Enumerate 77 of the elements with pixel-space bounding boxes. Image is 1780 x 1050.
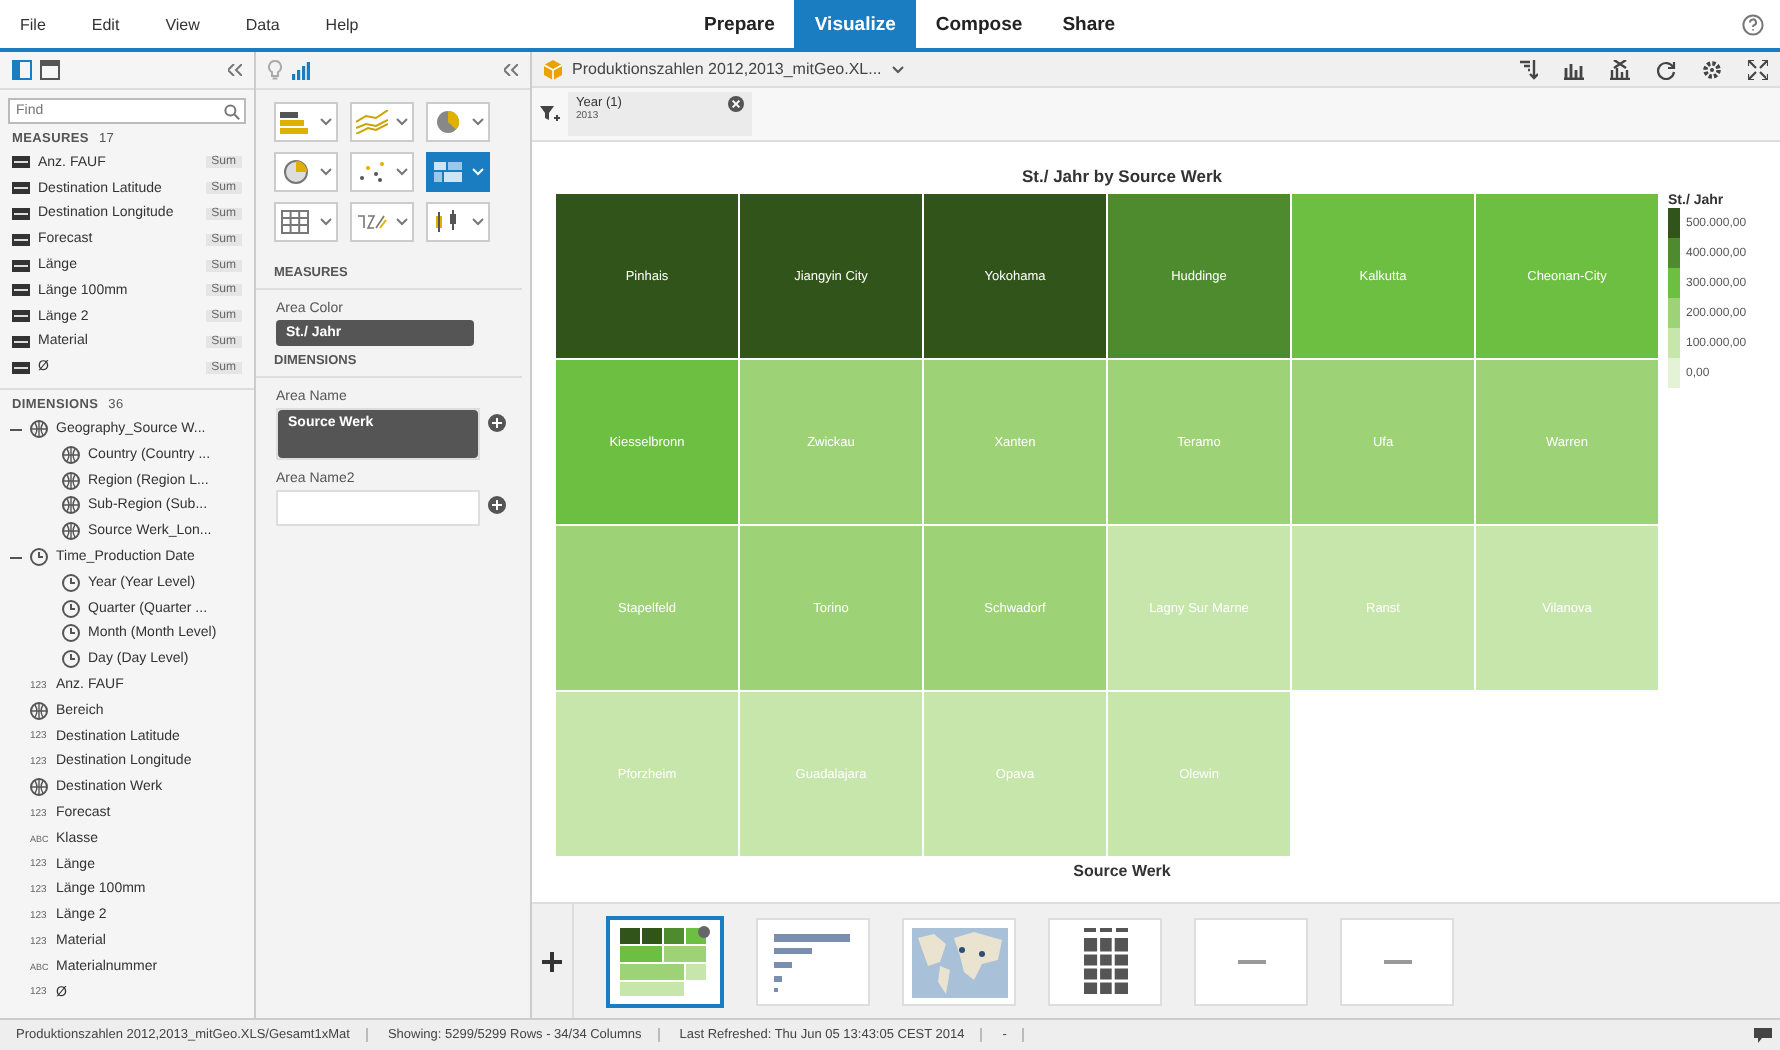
caret-icon (320, 118, 332, 126)
collapse-icon[interactable] (10, 551, 22, 564)
heatmap-drawing (615, 921, 715, 1001)
measure-icon (12, 335, 30, 348)
tab[interactable]: Compose (915, 0, 1043, 48)
add-icon[interactable] (542, 951, 562, 971)
clock-icon (62, 599, 80, 618)
globe-icon (30, 701, 48, 720)
heatmap-icon (432, 160, 464, 184)
menu-item[interactable]: Help (303, 15, 383, 33)
tab[interactable]: Prepare (684, 0, 795, 48)
chart-type-button[interactable] (350, 202, 414, 242)
tab[interactable]: Visualize (794, 0, 916, 48)
globe-icon (62, 496, 80, 515)
pie-chart-icon (432, 110, 464, 134)
axis-title: Source Werk (1071, 862, 1173, 880)
fullscreen-icon[interactable] (1748, 59, 1768, 79)
caret-icon (396, 118, 408, 126)
globe-icon (62, 522, 80, 541)
caret-icon (320, 218, 332, 226)
menu-item[interactable]: View (143, 15, 224, 33)
clock-icon (30, 548, 48, 567)
tab[interactable]: Share (1042, 0, 1136, 48)
caret-icon[interactable] (891, 65, 904, 73)
chart-type-button[interactable] (426, 102, 490, 142)
collapse-icon[interactable] (228, 64, 242, 76)
chart-type-button[interactable] (426, 202, 490, 242)
caret-icon (396, 168, 408, 176)
dataset-name[interactable]: Produktionszahlen 2012,2013_mitGeo.XL... (572, 60, 882, 78)
clock-icon (62, 573, 80, 592)
sort-icon[interactable] (1518, 59, 1538, 79)
clock-icon (62, 624, 80, 643)
menu-item[interactable]: Edit (69, 15, 144, 33)
settings-icon[interactable] (1702, 59, 1722, 79)
menu-item[interactable]: File (0, 15, 70, 33)
caret-icon (472, 118, 484, 126)
number-icon (356, 210, 388, 234)
measure-icon (12, 156, 30, 169)
collapse-icon[interactable] (504, 64, 518, 76)
globe-icon (62, 471, 80, 490)
globe-chart-icon (280, 160, 312, 184)
measure-icon (12, 259, 30, 272)
measure-icon (12, 233, 30, 246)
caret-icon (472, 218, 484, 226)
comment-icon[interactable] (1754, 1027, 1772, 1043)
line-chart-icon (356, 110, 388, 134)
measure-icon (12, 182, 30, 195)
caret-icon (396, 218, 408, 226)
collapse-icon[interactable] (10, 423, 22, 436)
chart-title: St./ Jahr by Source Werk (1020, 166, 1224, 186)
globe-icon (30, 420, 48, 439)
chart-type-button[interactable] (426, 152, 490, 192)
table-icon (280, 210, 312, 234)
clock-icon (62, 650, 80, 669)
help-icon[interactable] (1742, 13, 1764, 35)
measure-icon (12, 284, 30, 297)
scatter-plot-icon (356, 160, 388, 184)
chart-type-button[interactable] (274, 152, 338, 192)
caret-icon (472, 168, 484, 176)
measure-icon (12, 361, 30, 374)
measure-icon (12, 207, 30, 220)
chart-type-button[interactable] (274, 102, 338, 142)
measure-icon (12, 310, 30, 323)
page-thumbnail[interactable] (606, 915, 724, 1007)
refresh-icon[interactable] (1656, 59, 1676, 79)
chart-type-button[interactable] (274, 202, 338, 242)
globe-icon (62, 445, 80, 464)
panel-icon[interactable] (12, 60, 32, 80)
menu-item[interactable]: Data (223, 15, 304, 33)
cube-icon (544, 59, 562, 79)
globe-icon (30, 778, 48, 797)
add-filter-icon[interactable] (540, 105, 560, 123)
remove-icon[interactable] (728, 96, 744, 112)
search-icon (224, 104, 240, 120)
window-icon[interactable] (40, 60, 60, 80)
chart-type-button[interactable] (350, 152, 414, 192)
caret-icon (320, 168, 332, 176)
